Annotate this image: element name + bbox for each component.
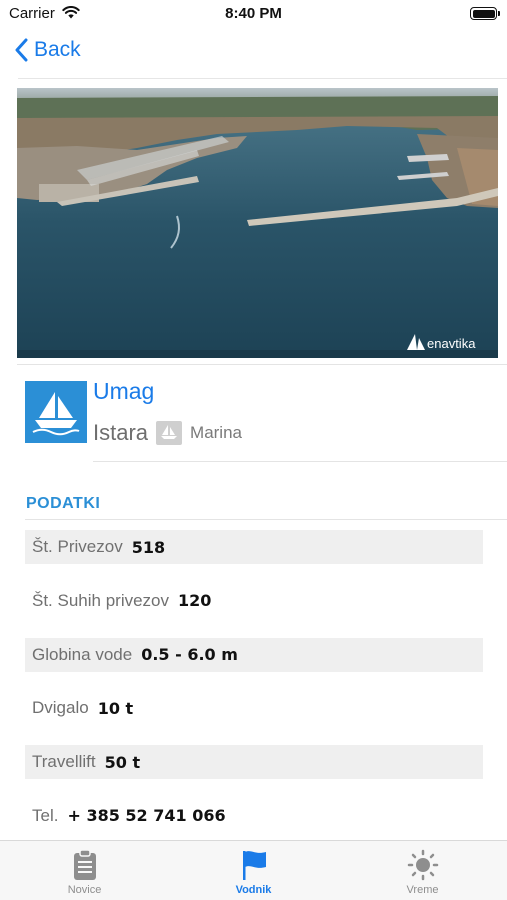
clipboard-icon: [73, 849, 96, 880]
detail-label: Št. Privezov: [32, 537, 123, 556]
details-list: Št. Privezov 518 Št. Suhih privezov 120 …: [25, 530, 483, 853]
detail-row-dry-berths: Št. Suhih privezov 120: [25, 584, 483, 618]
battery-icon: [470, 7, 500, 20]
detail-label: Tel.: [32, 805, 59, 825]
watermark-text: enavtika: [427, 336, 476, 351]
detail-row-phone[interactable]: Tel. + 385 52 741 066: [25, 799, 483, 833]
detail-label: Št. Suhih privezov: [32, 590, 170, 610]
divider: [25, 519, 507, 520]
divider: [17, 364, 507, 365]
back-label: Back: [34, 38, 81, 61]
chevron-left-icon: [15, 38, 28, 62]
clock: 8:40 PM: [225, 5, 282, 22]
tab-label: Vodnik: [235, 884, 272, 896]
divider: [18, 78, 507, 79]
detail-row-depth: Globina vode 0.5 - 6.0 m: [25, 637, 483, 672]
detail-value: 518: [131, 537, 166, 557]
flag-icon: [242, 851, 266, 880]
tab-novice[interactable]: Novice: [0, 841, 169, 900]
phone-link[interactable]: + 385 52 741 066: [67, 806, 225, 825]
sailboat-icon: [25, 381, 87, 443]
tab-bar: Novice Vodnik Vreme: [0, 840, 507, 900]
detail-value: 50 t: [104, 752, 141, 772]
detail-value: 10 t: [97, 698, 134, 718]
detail-row-travellift: Travellift 50 t: [25, 745, 483, 780]
tab-label: Novice: [67, 884, 102, 896]
marina-region: Istara: [93, 420, 149, 445]
tab-vreme[interactable]: Vreme: [338, 841, 507, 900]
status-bar: Carrier 8:40 PM: [0, 0, 507, 28]
back-button[interactable]: Back: [14, 38, 81, 62]
section-title: PODATKI: [26, 495, 101, 512]
marina-meta: Istara Marina: [93, 420, 242, 446]
detail-label: Travellift: [32, 752, 96, 772]
tab-label: Vreme: [406, 884, 439, 896]
marina-photo: enavtika: [17, 88, 498, 358]
marina-type: Marina: [190, 423, 242, 442]
detail-label: Globina vode: [32, 644, 133, 664]
sun-icon: [407, 849, 438, 881]
detail-value: 120: [178, 591, 212, 611]
marina-type-icon: [156, 421, 183, 445]
tab-vodnik[interactable]: Vodnik: [169, 841, 338, 900]
navigation-bar: Back: [0, 30, 507, 76]
divider: [93, 461, 507, 462]
marina-name: Umag: [93, 378, 155, 404]
detail-label: Dvigalo: [32, 698, 89, 718]
detail-value: 0.5 - 6.0 m: [141, 645, 238, 665]
detail-row-crane: Dvigalo 10 t: [25, 691, 483, 725]
detail-row-berths: Št. Privezov 518: [25, 530, 483, 564]
